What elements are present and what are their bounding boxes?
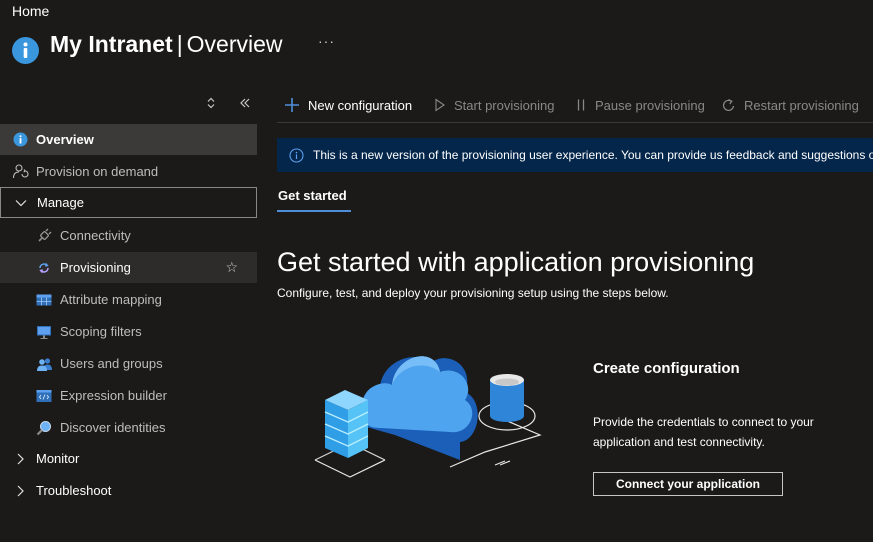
step-title: Create configuration (593, 360, 740, 377)
tab-active-indicator (277, 210, 351, 212)
sidebar-item-label: Users and groups (60, 356, 163, 371)
restart-provisioning-label: Restart provisioning (744, 97, 859, 113)
step-description: Provide the credentials to connect to yo… (593, 415, 814, 449)
sidebar-item-scoping-filters[interactable]: Scoping filters (0, 316, 257, 347)
chevron-down-icon (12, 194, 30, 212)
section-heading: Get started with application provisionin… (277, 247, 755, 277)
sidebar-item-troubleshoot[interactable]: Troubleshoot (0, 475, 257, 506)
sidebar-item-label: Troubleshoot (36, 483, 112, 498)
section-name: Overview (186, 31, 283, 57)
new-configuration-button[interactable]: New configuration (284, 95, 412, 115)
info-icon (12, 37, 39, 64)
info-icon (11, 131, 29, 149)
sidebar-item-label: Overview (36, 132, 94, 147)
sidebar-item-discover-identities[interactable]: Discover identities (0, 412, 257, 443)
chevron-right-icon (11, 450, 29, 468)
sidebar-item-monitor[interactable]: Monitor (0, 443, 257, 474)
cloud-provisioning-illustration (314, 356, 542, 478)
restart-provisioning-button[interactable]: Restart provisioning (721, 95, 859, 115)
person-sync-icon (11, 163, 29, 181)
collapse-sidebar-icon[interactable] (238, 97, 252, 112)
sidebar-item-connectivity[interactable]: Connectivity (0, 220, 257, 251)
pause-provisioning-label: Pause provisioning (595, 97, 705, 113)
title-separator: | (176, 31, 183, 57)
page-title: My Intranet | Overview (50, 31, 283, 58)
users-icon (35, 355, 53, 373)
sidebar-item-label: Attribute mapping (60, 292, 162, 307)
sidebar-item-label: Expression builder (60, 388, 167, 403)
sidebar-item-expression-builder[interactable]: Expression builder (0, 380, 257, 411)
sidebar-item-label: Discover identities (60, 420, 166, 435)
expand-collapse-icon[interactable] (205, 96, 217, 113)
pause-icon (575, 98, 587, 112)
magnifier-icon (35, 419, 53, 437)
chevron-right-icon (11, 482, 29, 500)
provisioning-icon (35, 259, 53, 277)
start-provisioning-label: Start provisioning (454, 97, 555, 113)
sidebar-item-label: Provisioning (60, 260, 131, 275)
code-icon (35, 387, 53, 405)
plug-icon (35, 227, 53, 245)
banner-text: This is a new version of the provisionin… (313, 148, 873, 162)
sidebar-item-provision-on-demand[interactable]: Provision on demand (0, 156, 257, 187)
more-options-button[interactable]: ··· (318, 33, 335, 49)
pause-provisioning-button[interactable]: Pause provisioning (575, 95, 705, 115)
start-provisioning-button[interactable]: Start provisioning (434, 95, 554, 115)
favorite-star-icon[interactable]: ☆ (225, 259, 238, 276)
sidebar-item-label: Monitor (36, 451, 80, 466)
toolbar-divider (277, 122, 873, 123)
sidebar-item-provisioning[interactable]: Provisioning ☆ (0, 252, 257, 283)
tab-get-started[interactable]: Get started (278, 188, 347, 203)
sidebar-item-users-and-groups[interactable]: Users and groups (0, 348, 257, 379)
info-outline-icon (289, 147, 304, 163)
connect-application-button[interactable]: Connect your application (593, 472, 783, 496)
sidebar-item-label: Provision on demand (36, 164, 159, 179)
sidebar-item-attribute-mapping[interactable]: Attribute mapping (0, 284, 257, 315)
table-icon (35, 291, 53, 309)
plus-icon (284, 97, 300, 113)
info-banner: This is a new version of the provisionin… (277, 138, 873, 172)
sidebar-item-label: Scoping filters (60, 324, 142, 339)
sidebar-item-label: Connectivity (60, 228, 131, 243)
sidebar-item-overview[interactable]: Overview (0, 124, 257, 155)
section-subheading: Configure, test, and deploy your provisi… (277, 286, 669, 300)
monitor-icon (35, 323, 53, 341)
sidebar-item-manage[interactable]: Manage (0, 187, 257, 218)
play-icon (434, 98, 446, 112)
new-configuration-label: New configuration (308, 97, 413, 113)
breadcrumb[interactable]: Home (12, 3, 49, 19)
sidebar-item-label: Manage (37, 195, 84, 210)
app-name: My Intranet (50, 31, 173, 57)
restart-icon (721, 98, 736, 113)
